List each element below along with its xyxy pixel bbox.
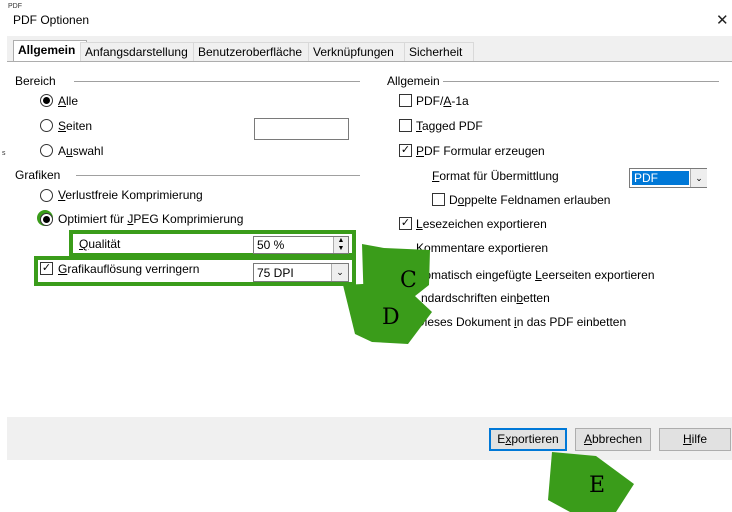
annotation-label-d: D xyxy=(382,305,400,330)
annotation-label-c: C xyxy=(400,268,417,293)
annotation-label-e: E xyxy=(589,473,606,498)
annotation-arrows xyxy=(343,244,634,512)
